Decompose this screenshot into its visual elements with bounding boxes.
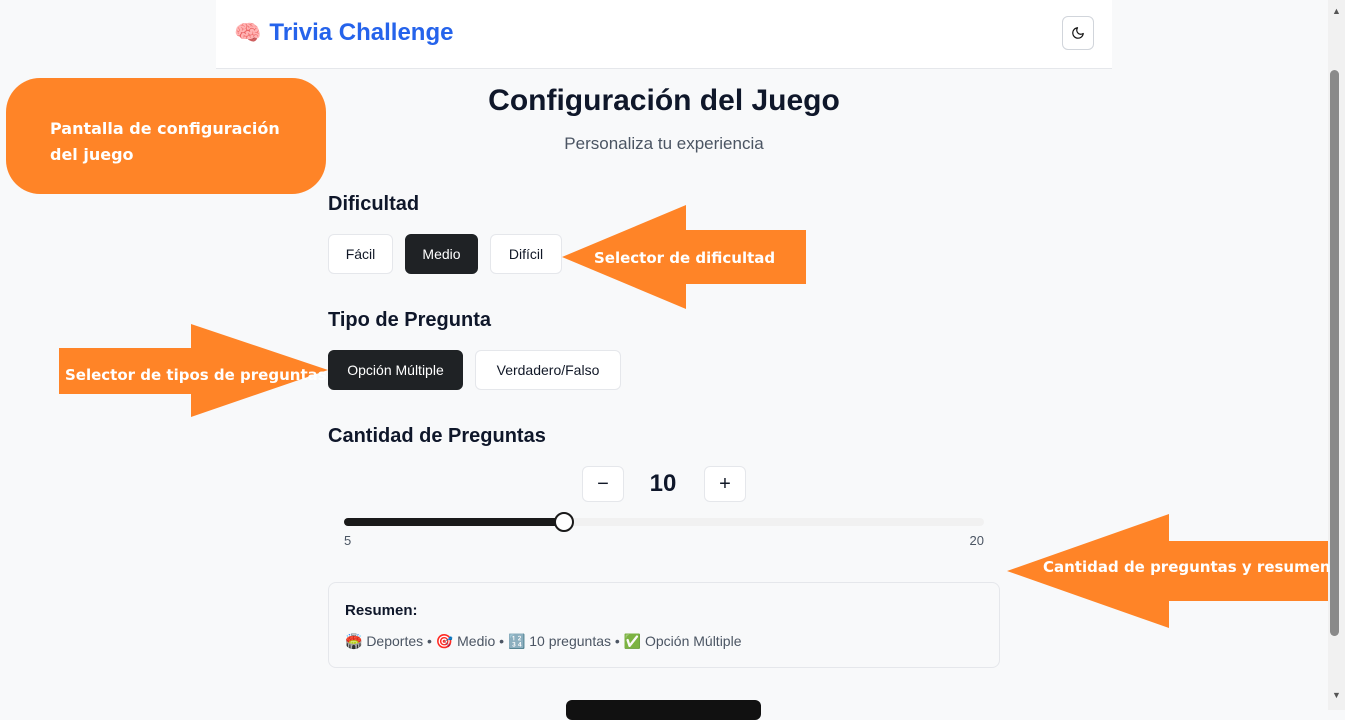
brand[interactable]: 🧠 Trivia Challenge — [234, 18, 453, 48]
question-type-label: Tipo de Pregunta — [328, 309, 491, 331]
start-game-button[interactable] — [566, 700, 761, 720]
annotation-screen-callout: Pantalla de configuración del juego — [6, 78, 326, 194]
brain-icon: 🧠 — [234, 20, 262, 45]
decrement-button[interactable]: − — [582, 466, 624, 502]
slider-max-label: 20 — [969, 533, 984, 548]
slider-thumb[interactable] — [553, 512, 574, 532]
annotation-difficulty-text: Selector de dificultad — [594, 249, 776, 267]
quantity-label: Cantidad de Preguntas — [328, 425, 546, 447]
difficulty-label: Dificultad — [328, 193, 420, 215]
question-count: 10 — [649, 470, 677, 497]
page-title: Configuración del Juego — [488, 84, 840, 117]
scroll-up-arrow-icon[interactable]: ▲ — [1328, 6, 1345, 16]
slider-min-label: 5 — [344, 533, 352, 548]
summary-card: Resumen: 🏟️ Deportes • 🎯 Medio • 🔢 10 pr… — [328, 582, 1000, 668]
scroll-down-arrow-icon[interactable]: ▼ — [1328, 690, 1345, 700]
theme-toggle-button[interactable] — [1062, 16, 1094, 50]
annotation-quantity-text: Cantidad de preguntas y resumen — [1043, 558, 1331, 576]
summary-details: 🏟️ Deportes • 🎯 Medio • 🔢 10 preguntas •… — [345, 633, 742, 649]
summary-title: Resumen: — [345, 602, 418, 619]
app-title: Trivia Challenge — [269, 19, 454, 46]
page-scrollbar[interactable]: ▲ ▼ — [1328, 0, 1345, 710]
scrollbar-thumb[interactable] — [1330, 70, 1339, 636]
difficulty-hard-button[interactable]: Difícil — [490, 234, 562, 274]
quantity-slider[interactable] — [344, 512, 984, 532]
annotation-question-types-text: Selector de tipos de preguntas — [65, 366, 327, 384]
app-header: 🧠 Trivia Challenge — [216, 0, 1112, 69]
slider-fill — [344, 518, 562, 526]
annotation-screen-text: Pantalla de configuración del juego — [50, 119, 280, 164]
question-type-multiple-choice-button[interactable]: Opción Múltiple — [328, 350, 463, 390]
page-subtitle: Personaliza tu experiencia — [564, 134, 764, 153]
moon-icon — [1072, 27, 1084, 39]
question-type-true-false-button[interactable]: Verdadero/Falso — [475, 350, 621, 390]
increment-button[interactable]: + — [704, 466, 746, 502]
difficulty-medium-button[interactable]: Medio — [405, 234, 478, 274]
difficulty-easy-button[interactable]: Fácil — [328, 234, 393, 274]
